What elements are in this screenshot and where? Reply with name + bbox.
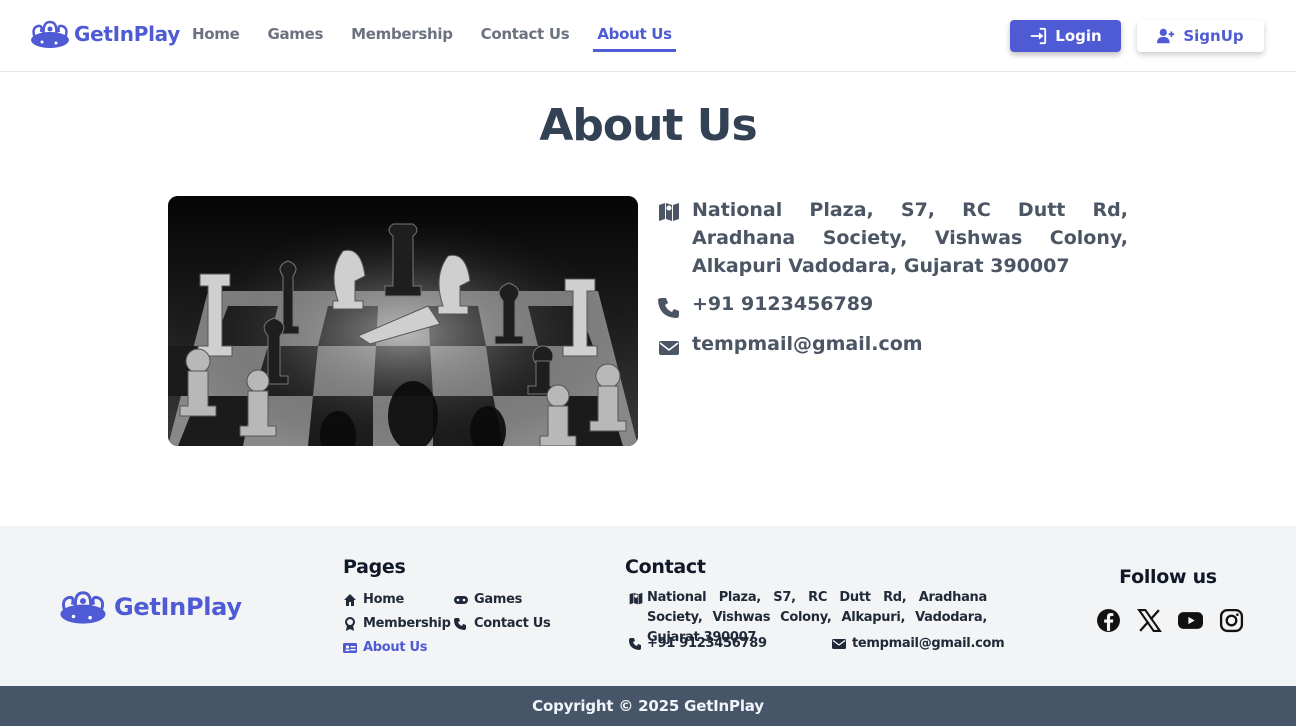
- youtube-icon[interactable]: [1178, 608, 1203, 633]
- brand-logo-icon: [60, 591, 106, 624]
- phone-row: +91 9123456789: [658, 293, 873, 319]
- facebook-icon[interactable]: [1096, 608, 1121, 633]
- home-icon: [344, 593, 356, 606]
- footer-follow: Follow us: [1090, 566, 1246, 633]
- envelope-icon: [832, 638, 846, 649]
- brand-logo-icon: [31, 20, 69, 48]
- nav-link-membership[interactable]: Membership: [351, 25, 453, 52]
- nav-link-home[interactable]: Home: [192, 25, 240, 52]
- footer-link-label: Games: [474, 592, 523, 607]
- footer-phone-text: +91 9123456789: [647, 636, 767, 651]
- id-card-icon: [343, 642, 357, 653]
- phone-text: +91 9123456789: [692, 293, 874, 315]
- footer-phone: +91 9123456789: [629, 636, 767, 651]
- nav-link-games[interactable]: Games: [267, 25, 323, 52]
- x-icon[interactable]: [1137, 608, 1162, 633]
- brand[interactable]: GetInPlay: [30, 18, 180, 50]
- footer-link-label: About Us: [363, 640, 428, 655]
- award-icon: [345, 616, 355, 631]
- user-plus-icon: [1157, 28, 1175, 44]
- email-row: tempmail@gmail.com: [658, 333, 923, 359]
- footer-pages: Pages Home Games Membership Contact Us A…: [343, 556, 551, 655]
- instagram-icon[interactable]: [1219, 608, 1244, 633]
- nav-link-about-us[interactable]: About Us: [593, 25, 676, 52]
- footer-page-links: Home Games Membership Contact Us About U…: [343, 592, 573, 672]
- signup-button[interactable]: SignUp: [1137, 20, 1264, 52]
- gamepad-icon: [454, 595, 468, 604]
- footer-link-games[interactable]: Games: [454, 592, 522, 607]
- footer-link-label: Contact Us: [474, 616, 551, 631]
- footer-email-text: tempmail@gmail.com: [852, 636, 1005, 651]
- footer-brand[interactable]: GetInPlay: [58, 588, 242, 626]
- contact-heading: Contact: [625, 556, 706, 578]
- follow-heading: Follow us: [1119, 566, 1217, 588]
- page-title: About Us: [539, 100, 757, 151]
- copyright-bar: Copyright © 2025 GetInPlay: [0, 686, 1296, 726]
- address-row: National Plaza, S7, RC Dutt Rd, Aradhana…: [658, 196, 1128, 280]
- footer-link-label: Membership: [363, 616, 451, 631]
- chess-image: [168, 196, 638, 446]
- footer-link-home[interactable]: Home: [343, 592, 404, 607]
- login-label: Login: [1055, 27, 1102, 45]
- sign-in-icon: [1031, 27, 1047, 45]
- contact-info: National Plaza, S7, RC Dutt Rd, Aradhana…: [658, 196, 1128, 355]
- footer-link-membership[interactable]: Membership: [343, 616, 451, 631]
- footer-link-about-us[interactable]: About Us: [343, 640, 427, 655]
- chess-photo-icon: [168, 196, 638, 446]
- map-icon: [659, 203, 679, 221]
- login-button[interactable]: Login: [1010, 20, 1121, 52]
- phone-icon: [629, 637, 641, 650]
- map-icon: [629, 592, 643, 605]
- phone-icon: [658, 298, 679, 318]
- phone-icon: [454, 617, 466, 630]
- footer-email: tempmail@gmail.com: [832, 636, 1005, 651]
- footer-link-label: Home: [363, 592, 404, 607]
- address-text: National Plaza, S7, RC Dutt Rd, Aradhana…: [692, 199, 1128, 277]
- social-links: [1096, 608, 1244, 633]
- email-text: tempmail@gmail.com: [692, 333, 923, 355]
- nav-links: Home Games Membership Contact Us About U…: [192, 25, 676, 52]
- footer-contact: Contact National Plaza, S7, RC Dutt Rd, …: [625, 556, 1005, 651]
- footer: GetInPlay Pages Home Games Membership Co…: [0, 526, 1296, 686]
- signup-label: SignUp: [1183, 27, 1244, 45]
- navbar: GetInPlay Home Games Membership Contact …: [0, 0, 1296, 72]
- pages-heading: Pages: [343, 556, 406, 578]
- brand-name: GetInPlay: [74, 22, 180, 46]
- envelope-icon: [659, 341, 679, 355]
- footer-brand-name: GetInPlay: [114, 593, 242, 621]
- footer-link-contact-us[interactable]: Contact Us: [454, 616, 551, 631]
- nav-link-contact-us[interactable]: Contact Us: [481, 25, 570, 52]
